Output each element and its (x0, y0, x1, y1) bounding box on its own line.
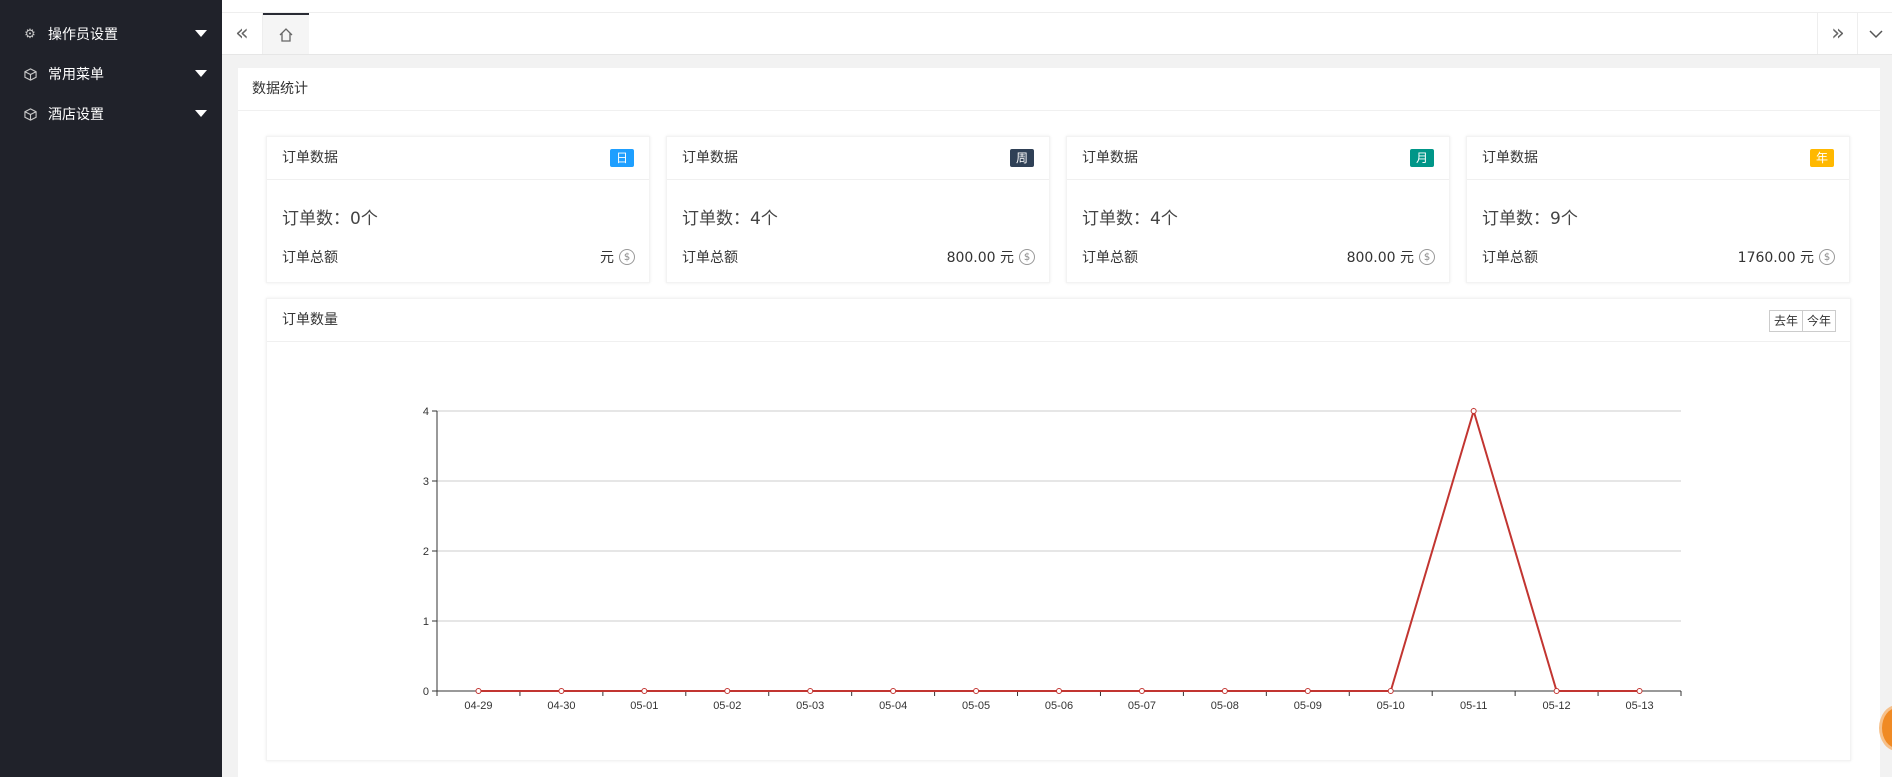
stat-card-header: 订单数据 周 (667, 137, 1049, 180)
scroll-tabs-right-button[interactable]: » (1817, 13, 1858, 54)
x-tick-label: 04-30 (547, 700, 575, 712)
stat-card-title: 订单数据 (282, 150, 338, 166)
amount-label: 订单总额 (1082, 250, 1138, 266)
stat-card-week: 订单数据 周 订单数：4个 订单总额 800.00 元 $ (666, 136, 1050, 283)
dollar-coin-icon: $ (1819, 249, 1835, 265)
data-point (1304, 688, 1311, 694)
double-chevron-left-icon: « (235, 21, 249, 46)
chevron-down-icon (1868, 29, 1883, 38)
stat-card-title: 订单数据 (682, 150, 738, 166)
data-point (807, 688, 814, 694)
stat-card-year: 订单数据 年 订单数：9个 订单总额 1760.00 元 $ (1466, 136, 1850, 283)
data-point (1636, 688, 1643, 694)
x-tick-label: 05-06 (1045, 700, 1073, 712)
amount-value-wrap: 元 $ (600, 247, 635, 267)
data-point (558, 688, 565, 694)
sidebar-item-hotel-settings[interactable]: 酒店设置 (0, 94, 222, 134)
period-badge: 周 (1009, 149, 1034, 167)
amount-value-wrap: 800.00 元 $ (1347, 247, 1435, 267)
x-tick-label: 05-08 (1211, 700, 1239, 712)
home-icon (279, 27, 293, 42)
period-badge: 日 (609, 149, 634, 167)
order-count: 订单数：4个 (1082, 209, 1178, 229)
order-count: 订单数：4个 (682, 209, 778, 229)
cube-icon (22, 66, 38, 82)
amount-label: 订单总额 (682, 250, 738, 266)
stat-card-title: 订单数据 (1482, 150, 1538, 166)
y-tick-label: 2 (423, 546, 429, 558)
order-count: 订单数：0个 (282, 209, 378, 229)
x-tick-label: 04-29 (464, 700, 492, 712)
amount-value: 800.00 元 (946, 250, 1014, 266)
x-tick-label: 05-11 (1460, 700, 1487, 712)
order-quantity-card: 订单数量 去年 今年 0 1 2 3 4 04-29 04-30 05-01 05-02 05-0… (266, 298, 1851, 761)
double-chevron-right-icon: » (1831, 21, 1845, 46)
sidebar-item-label: 操作员设置 (48, 27, 118, 43)
tab-options-button[interactable] (1857, 13, 1892, 54)
tab-home[interactable] (263, 13, 309, 54)
dollar-coin-icon: $ (1019, 249, 1035, 265)
period-badge: 月 (1409, 149, 1434, 167)
data-point (724, 688, 731, 694)
caret-down-icon (195, 110, 207, 117)
amount-value-wrap: 800.00 元 $ (947, 247, 1035, 267)
y-tick-label: 1 (423, 616, 429, 628)
order-line-chart: 0 1 2 3 4 04-29 04-30 05-01 05-02 05-03 05-04 05-05… (423, 406, 1682, 712)
cube-icon (22, 106, 38, 122)
amount-value: 元 (600, 250, 614, 266)
stat-card-header: 订单数据 年 (1467, 137, 1849, 180)
x-tick-label: 05-02 (713, 700, 741, 712)
page-title: 数据统计 (238, 68, 1880, 111)
gear-icon: ⚙ (24, 26, 36, 42)
data-point (641, 688, 648, 694)
data-point (475, 688, 482, 694)
order-count: 订单数：9个 (1482, 209, 1578, 229)
x-tick-label: 05-05 (962, 700, 990, 712)
amount-value-wrap: 1760.00 元 $ (1738, 247, 1835, 267)
data-point (1470, 408, 1477, 414)
tab-bar: « » (222, 0, 1892, 55)
stat-card-header: 订单数据 日 (267, 137, 649, 180)
x-tick-label: 05-12 (1543, 700, 1571, 712)
x-tick-label: 05-09 (1294, 700, 1322, 712)
scroll-tabs-left-button[interactable]: « (222, 13, 263, 54)
amount-value: 800.00 元 (1346, 250, 1414, 266)
y-tick-label: 0 (423, 686, 429, 698)
x-tick-label: 05-03 (796, 700, 824, 712)
divider (222, 12, 1892, 13)
caret-down-icon (195, 70, 207, 77)
x-tick-label: 05-10 (1377, 700, 1405, 712)
data-point (973, 688, 980, 694)
amount-value: 1760.00 元 (1737, 250, 1814, 266)
y-tick-label: 3 (423, 476, 429, 488)
amount-label: 订单总额 (282, 250, 338, 266)
sidebar-item-operator-settings[interactable]: ⚙ 操作员设置 (0, 14, 222, 54)
x-tick-label: 05-07 (1128, 700, 1156, 712)
y-tick-label: 4 (423, 406, 429, 418)
data-point (1387, 688, 1394, 694)
x-tick-label: 05-04 (879, 700, 907, 712)
sidebar-item-label: 常用菜单 (48, 67, 104, 83)
data-point (1553, 688, 1560, 694)
stat-card-title: 订单数据 (1082, 150, 1138, 166)
stat-card-header: 订单数据 月 (1067, 137, 1449, 180)
x-tick-label: 05-13 (1625, 700, 1653, 712)
period-badge: 年 (1809, 149, 1834, 167)
sidebar: ⚙ 操作员设置 常用菜单 酒店设置 (0, 0, 222, 777)
data-point (890, 688, 897, 694)
data-point (1056, 688, 1062, 694)
data-point (1138, 688, 1145, 694)
floating-action-button[interactable] (1882, 708, 1892, 748)
sidebar-item-label: 酒店设置 (48, 107, 104, 123)
dollar-coin-icon: $ (1419, 249, 1435, 265)
x-tick-label: 05-01 (630, 700, 658, 712)
sidebar-item-common-menu[interactable]: 常用菜单 (0, 54, 222, 94)
caret-down-icon (195, 30, 207, 37)
dollar-coin-icon: $ (619, 249, 635, 265)
stat-card-day: 订单数据 日 订单数：0个 订单总额 元 $ (266, 136, 650, 283)
data-point (1221, 688, 1228, 694)
amount-label: 订单总额 (1482, 250, 1538, 266)
stat-card-month: 订单数据 月 订单数：4个 订单总额 800.00 元 $ (1066, 136, 1450, 283)
